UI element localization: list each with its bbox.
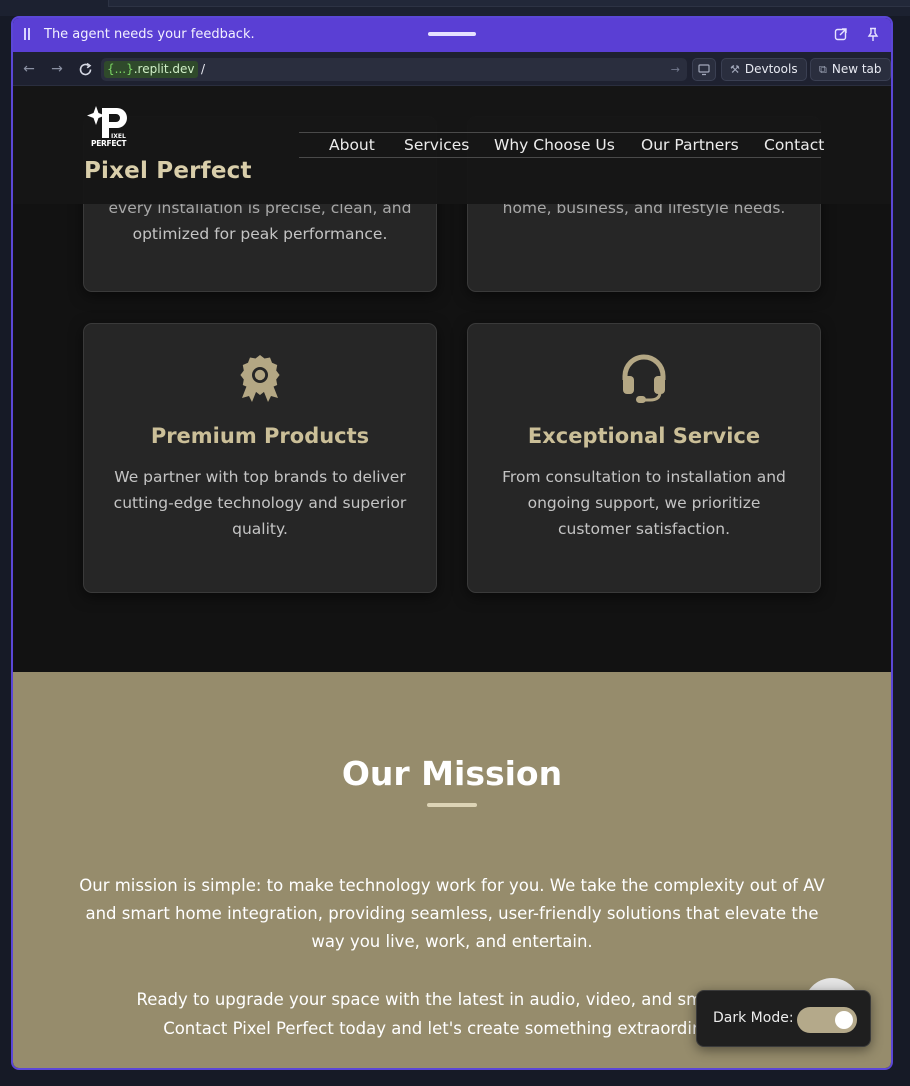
award-icon xyxy=(236,354,284,404)
feature-card-premium-products: Premium Products We partner with top bra… xyxy=(83,323,437,593)
host-window-tab xyxy=(108,0,910,7)
banner-message: The agent needs your feedback. xyxy=(44,27,255,42)
dark-mode-label: Dark Mode: xyxy=(713,1010,794,1026)
card-text: We partner with top brands to deliver cu… xyxy=(113,468,407,538)
pause-icon[interactable] xyxy=(24,28,30,40)
headset-icon xyxy=(620,354,668,404)
toggle-knob[interactable] xyxy=(835,1011,853,1029)
brand-name[interactable]: Pixel Perfect xyxy=(84,158,252,184)
card-title: Exceptional Service xyxy=(527,424,761,448)
nav-link-why-choose-us[interactable]: Why Choose Us xyxy=(494,136,615,154)
device-preview-button[interactable] xyxy=(692,58,716,81)
drag-handle[interactable] xyxy=(428,32,476,36)
feedback-banner: The agent needs your feedback. xyxy=(13,18,891,52)
url-path: / xyxy=(201,62,206,76)
card-text: From consultation to installation and on… xyxy=(502,468,786,538)
new-tab-button[interactable]: ⧉ New tab xyxy=(810,58,891,81)
svg-text:PERFECT: PERFECT xyxy=(91,139,127,148)
address-bar[interactable]: {...}.replit.dev / → xyxy=(101,58,687,81)
card-title: Premium Products xyxy=(150,424,370,448)
nav-link-about[interactable]: About xyxy=(329,136,375,154)
main-nav: About Services Why Choose Us Our Partner… xyxy=(299,132,824,158)
url-host-domain: .replit.dev xyxy=(133,62,195,76)
mission-paragraph: Our mission is simple: to make technolog… xyxy=(79,876,825,951)
nav-link-contact[interactable]: Contact xyxy=(764,136,824,154)
new-tab-label: New tab xyxy=(831,62,882,76)
forward-arrow-icon[interactable]: → xyxy=(48,60,66,78)
site-header: IXEL PERFECT Pixel Perfect About Service… xyxy=(13,86,891,204)
nav-link-our-partners[interactable]: Our Partners xyxy=(641,136,739,154)
page-viewport: every installation is precise, clean, an… xyxy=(13,86,891,1068)
reload-icon[interactable] xyxy=(76,60,94,78)
host-window-strip xyxy=(0,0,910,16)
feature-card-exceptional-service: Exceptional Service From consultation to… xyxy=(467,323,821,593)
title-underline xyxy=(427,803,477,807)
external-link-icon[interactable] xyxy=(833,27,849,43)
wrench-icon: ⚒ xyxy=(730,63,740,76)
open-new-tab-icon: ⧉ xyxy=(819,63,827,76)
dark-mode-toggle[interactable] xyxy=(797,1007,857,1033)
card-text: optimized for peak performance. xyxy=(132,225,388,243)
url-host: {...}.replit.dev xyxy=(104,61,198,78)
logo[interactable]: IXEL PERFECT xyxy=(87,104,131,148)
devtools-button[interactable]: ⚒ Devtools xyxy=(721,58,807,81)
go-arrow-icon[interactable]: → xyxy=(671,61,680,78)
section-title: Our Mission xyxy=(341,754,563,793)
back-arrow-icon[interactable]: ← xyxy=(20,60,38,78)
preview-frame: The agent needs your feedback. ← → {...}… xyxy=(11,16,893,1070)
devtools-label: Devtools xyxy=(744,62,798,76)
url-host-placeholder: {...} xyxy=(107,62,134,76)
nav-link-services[interactable]: Services xyxy=(404,136,469,154)
dark-mode-panel: Dark Mode: xyxy=(696,990,871,1047)
browser-toolbar: ← → {...}.replit.dev / → ⚒ Devtools ⧉ New … xyxy=(13,52,891,86)
pin-icon[interactable] xyxy=(865,27,881,43)
